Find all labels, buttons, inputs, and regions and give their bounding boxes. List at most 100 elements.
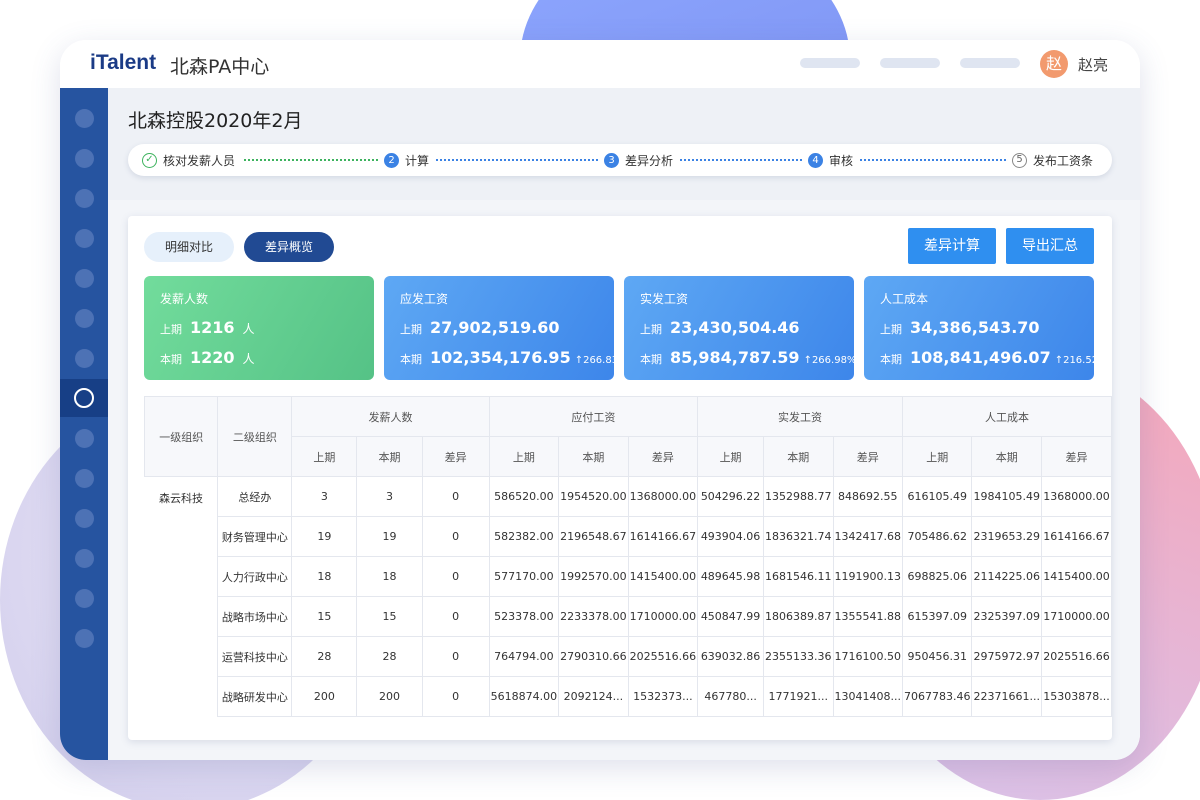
- table-cell: 2790310.66: [558, 636, 629, 677]
- table-cell: 2196548.67: [558, 516, 629, 557]
- cell-org2: 运营科技中心: [217, 636, 293, 677]
- table-cell: 2025516.66: [1040, 636, 1113, 677]
- card-row-prev: 上期 34,386,543.70: [880, 318, 1040, 337]
- card-row-prev: 上期 23,430,504.46: [640, 318, 800, 337]
- sub-header-prev: 上期: [697, 436, 765, 477]
- app-window: iTalent 北森PA中心 赵 赵亮 北森控股2020年2月 ✓ 核对发薪人员…: [60, 40, 1140, 760]
- tab-detail-compare[interactable]: 明细对比: [144, 232, 234, 262]
- table-cell: 18: [291, 556, 358, 597]
- card-title: 发薪人数: [160, 292, 209, 306]
- cell-org1: 森云科技: [158, 492, 203, 505]
- table-row[interactable]: 人力行政中心 18 18 0 577170.00 1992570.00 1415400.00…: [145, 556, 1113, 597]
- table-cell: 2233378.00: [558, 596, 629, 637]
- table-row[interactable]: 森云科技 总经办 3 3 0 586520.00 1954520.00 1368000.00 5…: [145, 476, 1113, 517]
- step-2-number: 2: [384, 152, 399, 168]
- card-label: 上期: [160, 323, 182, 336]
- table-cell: 0: [421, 676, 490, 717]
- step-connector-3: [680, 159, 802, 161]
- sub-header-prev: 上期: [291, 436, 358, 477]
- sidebar-item-11[interactable]: [75, 509, 94, 528]
- top-nav-placeholder-3[interactable]: [960, 58, 1020, 68]
- user-name[interactable]: 赵亮: [1078, 54, 1108, 75]
- sidebar-item-1[interactable]: [75, 109, 94, 128]
- sidebar-item-3[interactable]: [75, 189, 94, 208]
- step-1[interactable]: ✓ 核对发薪人员: [142, 151, 235, 169]
- table-cell: 0: [421, 596, 490, 637]
- table-cell: 5618874.00: [488, 676, 560, 717]
- cell-org2: 总经办: [217, 476, 293, 517]
- table-cell: 200: [291, 676, 358, 717]
- variance-calc-button[interactable]: 差异计算: [908, 228, 996, 264]
- table-cell: 1710000.00: [1040, 596, 1113, 637]
- table-row[interactable]: 运营科技中心 28 28 0 764794.00 2790310.66 2025516.66…: [145, 636, 1113, 677]
- table-body: 森云科技 总经办 3 3 0 586520.00 1954520.00 1368000.00 5…: [145, 476, 1113, 717]
- table-row[interactable]: 财务管理中心 19 19 0 582382.00 2196548.67 1614166.67…: [145, 516, 1113, 557]
- tab-variance-overview[interactable]: 差异概览: [244, 232, 334, 262]
- table-cell: 848692.55: [832, 476, 904, 517]
- group-header-net-pay: 实发工资: [697, 396, 903, 437]
- card-change: ↑266.83%: [574, 355, 628, 366]
- table-cell: 467780...: [697, 676, 765, 717]
- table-cell: 1716100.50: [832, 636, 904, 677]
- card-value: 108,841,496.07: [910, 348, 1051, 367]
- sidebar-item-5[interactable]: [75, 269, 94, 288]
- sub-header-diff: 差异: [421, 436, 490, 477]
- table-cell: 1710000.00: [627, 596, 699, 637]
- sidebar-item-9[interactable]: [75, 429, 94, 448]
- table-row[interactable]: 战略研发中心 200 200 0 5618874.00 2092124... 1532373…: [145, 676, 1113, 717]
- sidebar-item-13[interactable]: [75, 589, 94, 608]
- card-label: 本期: [880, 353, 902, 366]
- table-cell: 1355541.88: [832, 596, 904, 637]
- sidebar-item-12[interactable]: [75, 549, 94, 568]
- step-3[interactable]: 3 差异分析: [604, 151, 673, 169]
- table-cell: 1191900.13: [832, 556, 904, 597]
- sidebar-item-7[interactable]: [75, 349, 94, 368]
- top-nav-placeholder-1[interactable]: [800, 58, 860, 68]
- sidebar-item-active[interactable]: [60, 379, 108, 417]
- cell-org2: 人力行政中心: [217, 556, 293, 597]
- table-cell: 2092124...: [558, 676, 629, 717]
- card-labor-cost: 人工成本 上期 34,386,543.70 本期 108,841,496.07 …: [864, 276, 1108, 380]
- table-cell: 15303878...: [1040, 676, 1113, 717]
- cell-org2: 财务管理中心: [217, 516, 293, 557]
- table-cell: 1771921...: [763, 676, 834, 717]
- top-bar: iTalent 北森PA中心 赵 赵亮: [60, 40, 1140, 88]
- export-summary-button[interactable]: 导出汇总: [1006, 228, 1094, 264]
- table-cell: 2325397.09: [971, 596, 1042, 637]
- card-row-curr: 本期 85,984,787.59 ↑266.98%: [640, 348, 856, 367]
- step-5-label: 发布工资条: [1033, 153, 1094, 168]
- card-value: 27,902,519.60: [430, 318, 560, 337]
- table-cell: 19: [291, 516, 358, 557]
- table-cell: 639032.86: [697, 636, 765, 677]
- step-connector-4: [860, 159, 1006, 161]
- step-2[interactable]: 2 计算: [384, 151, 429, 169]
- table-cell: 705486.62: [901, 516, 973, 557]
- avatar[interactable]: 赵: [1040, 50, 1068, 78]
- table-cell: 1954520.00: [558, 476, 629, 517]
- card-label: 本期: [160, 353, 182, 366]
- card-row-prev: 上期 1216 人: [160, 318, 255, 337]
- sub-header-curr: 本期: [558, 436, 629, 477]
- sidebar-item-6[interactable]: [75, 309, 94, 328]
- table-row[interactable]: 战略市场中心 15 15 0 523378.00 2233378.00 1710000.00…: [145, 596, 1113, 637]
- table-cell: 2355133.36: [763, 636, 834, 677]
- sidebar-item-10[interactable]: [75, 469, 94, 488]
- sidebar-item-2[interactable]: [75, 149, 94, 168]
- sidebar-item-14[interactable]: [75, 629, 94, 648]
- top-nav-placeholder-2[interactable]: [880, 58, 940, 68]
- table-cell: 1415400.00: [627, 556, 699, 597]
- step-1-label: 核对发薪人员: [163, 153, 236, 168]
- sidebar-item-4[interactable]: [75, 229, 94, 248]
- brand-logo[interactable]: iTalent: [90, 51, 156, 75]
- table-cell: 2319653.29: [971, 516, 1042, 557]
- card-change: ↑266.98%: [803, 355, 857, 366]
- progress-stepper: ✓ 核对发薪人员 2 计算 3 差异分析 4 审核 5 发布工资条: [128, 144, 1112, 176]
- active-circle-icon: [74, 388, 94, 408]
- card-headcount: 发薪人数 上期 1216 人 本期 1220 人: [144, 276, 374, 380]
- card-value: 1220: [190, 348, 235, 367]
- step-4[interactable]: 4 审核: [808, 151, 853, 169]
- sub-header-diff: 差异: [627, 436, 699, 477]
- step-5[interactable]: 5 发布工资条: [1012, 151, 1093, 169]
- card-label: 上期: [640, 323, 662, 336]
- table-cell: 0: [421, 636, 490, 677]
